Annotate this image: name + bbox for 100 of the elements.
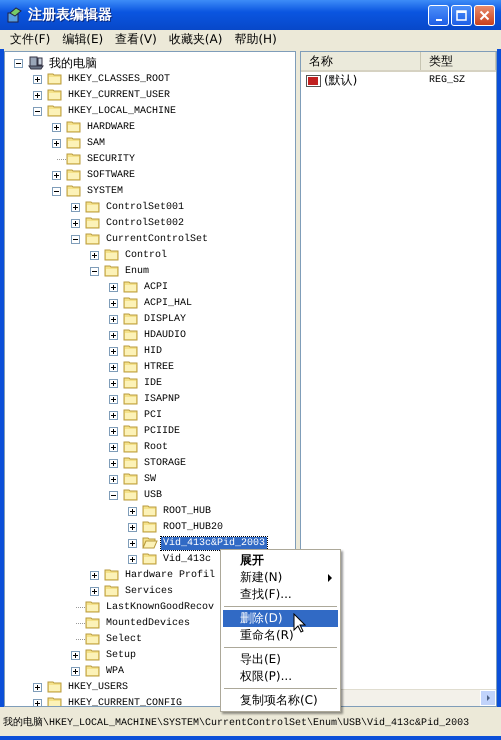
menu-item[interactable]: 文件(F) xyxy=(4,30,56,49)
tree-item[interactable]: HKEY_USERS xyxy=(66,680,130,694)
context-menu-item[interactable]: 复制项名称(C) xyxy=(223,692,338,709)
tree-item[interactable]: ACPI_HAL xyxy=(142,296,194,310)
expand-toggle[interactable] xyxy=(52,122,61,132)
plus-icon xyxy=(111,300,116,306)
tree-item[interactable]: ROOT_HUB20 xyxy=(161,520,226,534)
tree-item[interactable]: DISPLAY xyxy=(142,312,188,326)
context-menu-item[interactable]: 导出(E) xyxy=(223,651,338,668)
expand-toggle[interactable] xyxy=(109,426,118,436)
maximize-button[interactable] xyxy=(451,4,472,26)
context-menu-item[interactable]: 查找(F)... xyxy=(223,586,338,603)
tree-item[interactable]: PCI xyxy=(142,408,164,422)
expand-toggle[interactable] xyxy=(71,666,80,676)
expand-toggle[interactable] xyxy=(128,554,137,564)
tree-item[interactable]: STORAGE xyxy=(142,456,188,470)
expand-toggle[interactable] xyxy=(90,570,99,580)
expand-toggle[interactable] xyxy=(109,330,118,340)
tree-item[interactable]: Select xyxy=(104,632,144,646)
column-header[interactable]: 类型 xyxy=(421,52,496,70)
expand-toggle[interactable] xyxy=(128,506,137,516)
expand-toggle[interactable] xyxy=(109,346,118,356)
collapse-toggle[interactable] xyxy=(33,106,42,116)
collapse-toggle[interactable] xyxy=(71,234,80,244)
tree-item[interactable]: SOFTWARE xyxy=(85,168,138,182)
tree-item[interactable]: CurrentControlSet xyxy=(104,232,210,246)
tree-item[interactable]: HKEY_LOCAL_MACHINE xyxy=(66,104,178,118)
tree-item[interactable]: Enum xyxy=(123,264,152,278)
tree-item[interactable]: HKEY_CLASSES_ROOT xyxy=(66,72,172,86)
context-menu-item[interactable]: 权限(P)... xyxy=(223,668,338,685)
tree-item[interactable]: ControlSet001 xyxy=(104,200,186,214)
tree-item[interactable]: Vid_413c xyxy=(161,552,214,566)
tree-item[interactable]: Services xyxy=(123,584,176,598)
context-menu-item[interactable]: 删除(D) xyxy=(223,610,338,627)
collapse-toggle[interactable] xyxy=(109,490,118,500)
tree-item[interactable]: ACPI xyxy=(142,280,170,294)
tree-item[interactable]: SAM xyxy=(85,136,108,150)
menu-item[interactable]: 查看(V) xyxy=(109,30,163,49)
menu-item[interactable]: 帮助(H) xyxy=(228,30,283,49)
tree-item[interactable]: SW xyxy=(142,472,158,486)
expand-toggle[interactable] xyxy=(109,378,118,388)
tree-item[interactable]: SECURITY xyxy=(85,152,138,166)
expand-toggle[interactable] xyxy=(128,538,137,548)
tree-item[interactable]: SYSTEM xyxy=(85,184,126,198)
menu-item[interactable]: 收藏夹(A) xyxy=(162,30,228,49)
expand-toggle[interactable] xyxy=(109,282,118,292)
expand-toggle[interactable] xyxy=(33,90,42,100)
context-menu-item[interactable]: 新建(N) xyxy=(223,569,338,586)
collapse-toggle[interactable] xyxy=(52,186,61,196)
tree-item[interactable]: WPA xyxy=(104,664,126,678)
expand-toggle[interactable] xyxy=(109,410,118,420)
minimize-button[interactable] xyxy=(428,4,449,26)
expand-toggle[interactable] xyxy=(33,698,42,706)
expand-toggle[interactable] xyxy=(90,250,99,260)
tree-item[interactable]: USB xyxy=(142,488,164,502)
expand-toggle[interactable] xyxy=(109,298,118,308)
tree-item[interactable]: HARDWARE xyxy=(85,120,138,134)
tree-item[interactable]: Vid_413c&Pid_2003 xyxy=(161,536,268,550)
context-menu-item[interactable]: 展开 xyxy=(223,552,338,569)
close-button[interactable] xyxy=(474,4,495,26)
tree-item[interactable]: 我的电脑 xyxy=(47,56,99,70)
tree-item[interactable]: IDE xyxy=(142,376,164,390)
expand-toggle[interactable] xyxy=(109,362,118,372)
folder-icon xyxy=(85,647,101,663)
expand-toggle[interactable] xyxy=(71,218,80,228)
tree-item[interactable]: ROOT_HUB xyxy=(161,504,214,518)
expand-toggle[interactable] xyxy=(109,474,118,484)
expand-toggle[interactable] xyxy=(109,314,118,324)
expand-toggle[interactable] xyxy=(128,522,137,532)
column-header[interactable]: 名称 xyxy=(301,52,421,70)
tree-item[interactable]: ControlSet002 xyxy=(104,216,186,230)
tree-item[interactable]: ISAPNP xyxy=(142,392,182,406)
context-menu-item[interactable]: 重命名(R) xyxy=(223,627,338,644)
tree-item[interactable]: Hardware Profil xyxy=(123,568,218,582)
minus-icon xyxy=(16,60,21,66)
tree-item[interactable]: LastKnownGoodRecov xyxy=(104,600,216,614)
expand-toggle[interactable] xyxy=(52,138,61,148)
expand-toggle[interactable] xyxy=(109,394,118,404)
expand-toggle[interactable] xyxy=(71,650,80,660)
collapse-toggle[interactable] xyxy=(14,58,23,68)
tree-item[interactable]: HTREE xyxy=(142,360,176,374)
expand-toggle[interactable] xyxy=(33,682,42,692)
tree-item[interactable]: HDAUDIO xyxy=(142,328,188,342)
expand-toggle[interactable] xyxy=(33,74,42,84)
expand-toggle[interactable] xyxy=(90,586,99,596)
tree-item[interactable]: MountedDevices xyxy=(104,616,192,630)
tree-item[interactable]: Setup xyxy=(104,648,138,662)
tree-item[interactable]: Root xyxy=(142,440,170,454)
menu-item[interactable]: 编辑(E) xyxy=(56,30,110,49)
expand-toggle[interactable] xyxy=(71,202,80,212)
tree-item[interactable]: HKEY_CURRENT_USER xyxy=(66,88,172,102)
tree-item[interactable]: HID xyxy=(142,344,164,358)
tree-item[interactable]: Control xyxy=(123,248,170,262)
expand-toggle[interactable] xyxy=(109,442,118,452)
tree-item[interactable]: HKEY_CURRENT_CONFIG xyxy=(66,696,184,706)
expand-toggle[interactable] xyxy=(52,170,61,180)
expand-toggle[interactable] xyxy=(109,458,118,468)
collapse-toggle[interactable] xyxy=(90,266,99,276)
tree-item[interactable]: PCIIDE xyxy=(142,424,182,438)
scroll-right-button[interactable] xyxy=(480,690,496,706)
